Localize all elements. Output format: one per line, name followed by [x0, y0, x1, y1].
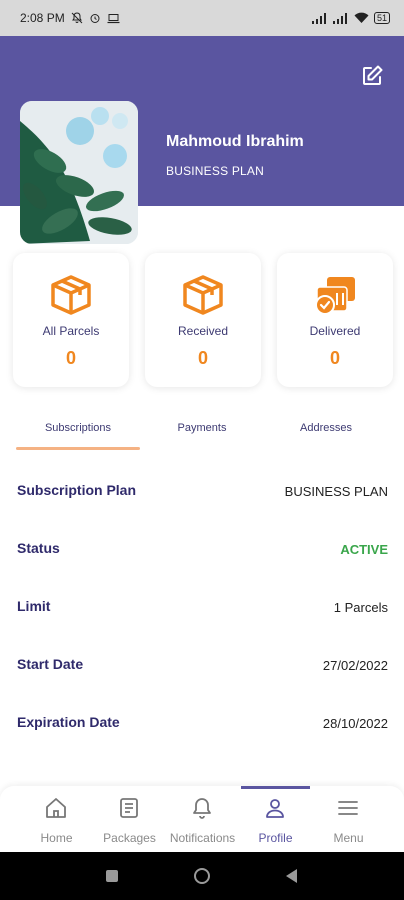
laptop-icon [107, 13, 120, 23]
nav-label: Profile [258, 831, 293, 845]
detail-row-expiration-date: Expiration Date 28/10/2022 [0, 698, 404, 748]
card-label: Received [177, 324, 229, 338]
person-icon [266, 799, 284, 818]
detail-row-plan: Subscription Plan BUSINESS PLAN [0, 466, 404, 516]
nav-label: Packages [103, 831, 156, 845]
card-received[interactable]: Received 0 [145, 253, 261, 387]
nav-menu[interactable]: Menu [312, 786, 385, 852]
stats-cards: All Parcels 0 Received 0 Delivered 0 [13, 253, 393, 387]
signal-icon-2 [332, 12, 347, 24]
status-bar: 2:08 PM 51 [0, 0, 404, 36]
alarm-icon [90, 14, 100, 23]
open-box-icon [183, 275, 223, 315]
packages-icon [120, 798, 138, 818]
card-delivered[interactable]: Delivered 0 [277, 253, 393, 387]
detail-value: 27/02/2022 [322, 658, 388, 673]
tab-label: Subscriptions [44, 422, 112, 434]
card-count: 0 [329, 348, 340, 368]
bottom-nav: Home Packages Notifications Profile Menu [0, 786, 404, 852]
battery-level: 51 [376, 13, 387, 23]
user-name: Mahmoud Ibrahim [166, 133, 304, 150]
nav-label: Menu [333, 831, 364, 845]
nav-label: Notifications [169, 831, 236, 845]
delivered-boxes-icon [315, 277, 355, 315]
detail-value: 1 Parcels [333, 600, 388, 615]
detail-row-limit: Limit 1 Parcels [0, 582, 404, 632]
avatar-image [20, 101, 138, 244]
tab-payments[interactable]: Payments [140, 412, 264, 452]
detail-label: Subscription Plan [17, 482, 137, 498]
card-all-parcels[interactable]: All Parcels 0 [13, 253, 129, 387]
nav-profile[interactable]: Profile [239, 786, 312, 852]
avatar[interactable] [20, 101, 138, 244]
edit-icon[interactable] [360, 64, 384, 88]
bell-icon [193, 798, 211, 819]
recents-button[interactable] [106, 870, 118, 882]
detail-row-status: Status ACTIVE [0, 524, 404, 574]
tab-addresses[interactable]: Addresses [264, 412, 388, 452]
signal-icon [311, 12, 326, 24]
nav-notifications[interactable]: Notifications [166, 786, 239, 852]
box-icon [51, 275, 91, 315]
card-label: Delivered [309, 324, 361, 338]
back-button[interactable] [286, 869, 297, 883]
tab-label: Payments [177, 422, 227, 434]
nav-label: Home [40, 831, 73, 845]
card-count: 0 [65, 348, 76, 368]
mute-icon [71, 12, 83, 24]
home-button[interactable] [194, 868, 210, 884]
status-badge: ACTIVE [340, 542, 388, 557]
nav-home[interactable]: Home [20, 786, 93, 852]
system-nav-bar [0, 852, 404, 900]
card-label: All Parcels [42, 324, 100, 338]
detail-label: Limit [17, 598, 51, 614]
profile-tabs: Subscriptions Payments Addresses [0, 412, 404, 452]
detail-value: BUSINESS PLAN [284, 484, 388, 499]
menu-icon [338, 801, 358, 815]
detail-label: Status [17, 540, 60, 556]
tab-label: Addresses [300, 422, 352, 434]
status-time: 2:08 PM [20, 11, 65, 25]
detail-label: Expiration Date [17, 714, 120, 730]
detail-value: 28/10/2022 [322, 716, 388, 731]
user-plan: BUSINESS PLAN [166, 164, 264, 178]
home-icon [46, 798, 66, 818]
detail-row-start-date: Start Date 27/02/2022 [0, 640, 404, 690]
nav-packages[interactable]: Packages [93, 786, 166, 852]
battery-indicator: 51 [373, 12, 390, 24]
card-count: 0 [197, 348, 208, 368]
wifi-icon [354, 12, 369, 23]
detail-label: Start Date [17, 656, 84, 672]
tab-subscriptions[interactable]: Subscriptions [16, 412, 140, 452]
